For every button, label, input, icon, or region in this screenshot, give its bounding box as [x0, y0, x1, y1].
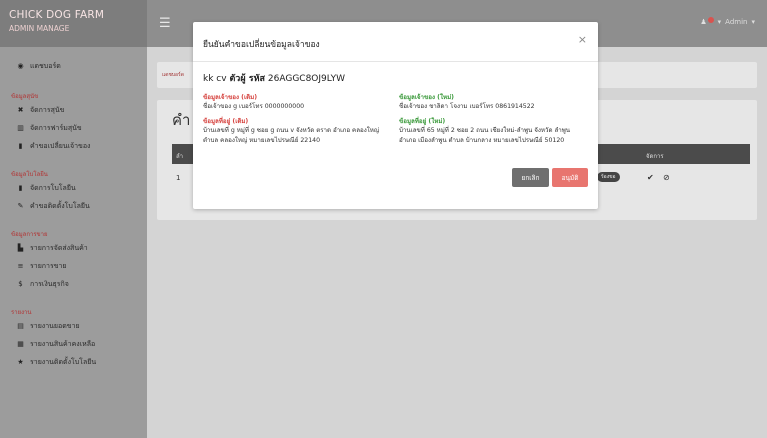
approve-button[interactable]: อนุมัติ: [552, 168, 588, 187]
address-old-value: บ้านเลขที่ g หมู่ที่ g ซอย g ถนน v จังหว…: [203, 127, 380, 144]
sidebar-item-label: จัดการโบโลยีน: [30, 183, 76, 192]
user-name: Admin: [725, 18, 748, 26]
dog-gender-code-label: ตัวผู้ รหัส: [229, 74, 266, 84]
close-icon[interactable]: ×: [578, 33, 587, 46]
sidebar-item-install-request[interactable]: ✎ คำขอติดตั้งโบโลยีน: [0, 197, 147, 215]
sidebar-item-label: คำขอติดตั้งโบโลยีน: [30, 201, 90, 210]
cancel-button[interactable]: ยกเลิก: [512, 168, 549, 187]
owner-old-value: ชื่อเจ้าของ g เบอร์โทร 0000000000: [203, 103, 305, 110]
owner-old-label: ข้อมูลเจ้าของ (เดิม): [203, 94, 258, 101]
sidebar-item-label: จัดการฟาร์มสุนัข: [30, 123, 82, 132]
sidebar-item-install-report[interactable]: ★ รายงานติดตั้งโบโลยีน: [0, 353, 147, 371]
receipt-icon: ≡: [17, 262, 24, 270]
sidebar-group-microchip: ข้อมูลโบโลยีน: [11, 171, 48, 178]
pin-icon: ✖: [17, 106, 24, 114]
new-info-column: ข้อมูลเจ้าของ (ใหม่) ชื่อเจ้าของ ชาลิดา …: [399, 93, 584, 146]
sidebar: CHICK DOG FARM ADMIN MANAGE ◉ แดชบอร์ด ข…: [0, 0, 147, 438]
sidebar-item-finance[interactable]: $ การเงินธุรกิจ: [0, 275, 147, 293]
truck-icon: ▙: [17, 244, 24, 252]
breadcrumb-text[interactable]: แดชบอร์ด: [162, 71, 184, 79]
sidebar-group-report: รายงาน: [11, 309, 32, 316]
sidebar-item-owner-request[interactable]: ▮ คำขอเปลี่ยนเจ้าของ: [0, 137, 147, 155]
modal-header: ยืนยันคำขอเปลี่ยนข้อมูลเจ้าของ ×: [193, 22, 598, 62]
dollar-icon: $: [18, 280, 23, 288]
notification-badge: [707, 16, 714, 23]
sidebar-item-label: รายการขาย: [30, 261, 67, 270]
pencil-icon: ✎: [17, 202, 24, 210]
confirm-owner-change-modal: ยืนยันคำขอเปลี่ยนข้อมูลเจ้าของ × kk cv ต…: [193, 22, 598, 209]
calendar-icon: ▦: [17, 340, 24, 348]
address-old-label: ข้อมูลที่อยู่ (เดิม): [203, 118, 249, 125]
chevron-down-icon: ▾: [717, 18, 722, 26]
dog-name: kk cv: [203, 74, 227, 84]
owner-new-label: ข้อมูลเจ้าของ (ใหม่): [399, 94, 454, 101]
status-badge: ร้องขอ: [597, 172, 620, 182]
chip-icon: ▮: [18, 184, 23, 192]
sidebar-item-label: คำขอเปลี่ยนเจ้าของ: [30, 141, 91, 150]
sidebar-item-label: รายงานยอดขาย: [30, 321, 80, 330]
table-header-first: ลำ: [176, 153, 184, 160]
address-new-label: ข้อมูลที่อยู่ (ใหม่): [399, 118, 446, 125]
sidebar-item-manage-farm[interactable]: ▥ จัดการฟาร์มสุนัข: [0, 119, 147, 137]
modal-title: ยืนยันคำขอเปลี่ยนข้อมูลเจ้าของ: [203, 40, 320, 50]
caret-down-icon: ▾: [751, 18, 755, 26]
sidebar-item-sales[interactable]: ≡ รายการขาย: [0, 257, 147, 275]
sidebar-item-manage-dog[interactable]: ✖ จัดการสุนัข: [0, 101, 147, 119]
star-icon: ★: [17, 358, 24, 366]
check-icon[interactable]: ✔: [647, 173, 654, 182]
sidebar-item-label: รายการจัดส่งสินค้า: [30, 243, 88, 252]
sidebar-item-stock-report[interactable]: ▦ รายงานสินค้าคงเหลือ: [0, 335, 147, 353]
hamburger-icon[interactable]: ☰: [159, 16, 171, 31]
owner-new-value: ชื่อเจ้าของ ชาลิดา โจงาม เบอร์โทร 086191…: [399, 103, 535, 110]
sidebar-item-label: การเงินธุรกิจ: [30, 279, 69, 288]
bookmark-icon: ▮: [18, 142, 23, 150]
brand-subtitle: ADMIN MANAGE: [9, 24, 70, 33]
sidebar-item-dashboard[interactable]: ◉ แดชบอร์ด: [0, 57, 147, 75]
table-header-action: จัดการ: [646, 153, 664, 160]
user-menu[interactable]: ♟ ▾ Admin ▾: [700, 16, 755, 26]
sidebar-item-shipping[interactable]: ▙ รายการจัดส่งสินค้า: [0, 239, 147, 257]
brand-title: CHICK DOG FARM: [9, 9, 105, 21]
sidebar-group-dog: ข้อมูลสุนัข: [11, 93, 39, 100]
sidebar-item-label: แดชบอร์ด: [30, 61, 61, 70]
sidebar-item-label: รายงานสินค้าคงเหลือ: [30, 339, 96, 348]
sidebar-item-label: รายงานติดตั้งโบโลยีน: [30, 357, 97, 366]
dog-identity: kk cv ตัวผู้ รหัส 26AGGC8OJ9LYW: [203, 71, 345, 85]
address-new-value: บ้านเลขที่ 65 หมู่ที่ 2 ซอย 2 ถนน เชียงใ…: [399, 127, 571, 144]
sidebar-item-label: จัดการสุนัข: [30, 105, 65, 114]
brand[interactable]: CHICK DOG FARM ADMIN MANAGE: [0, 0, 147, 47]
dashboard-icon: ◉: [17, 62, 24, 70]
file-icon: ▤: [17, 322, 24, 330]
dog-code: 26AGGC8OJ9LYW: [267, 74, 345, 84]
sidebar-item-manage-microchip[interactable]: ▮ จัดการโบโลยีน: [0, 179, 147, 197]
ban-icon[interactable]: ⊘: [663, 173, 670, 182]
sidebar-item-sales-report[interactable]: ▤ รายงานยอดขาย: [0, 317, 147, 335]
farm-icon: ▥: [17, 124, 24, 132]
page-title: คำ: [172, 111, 191, 129]
old-info-column: ข้อมูลเจ้าของ (เดิม) ชื่อเจ้าของ g เบอร์…: [203, 93, 388, 146]
bell-icon[interactable]: ♟: [700, 18, 706, 26]
table-row-index: 1: [176, 174, 181, 182]
sidebar-group-sales: ข้อมูลการขาย: [11, 231, 48, 238]
